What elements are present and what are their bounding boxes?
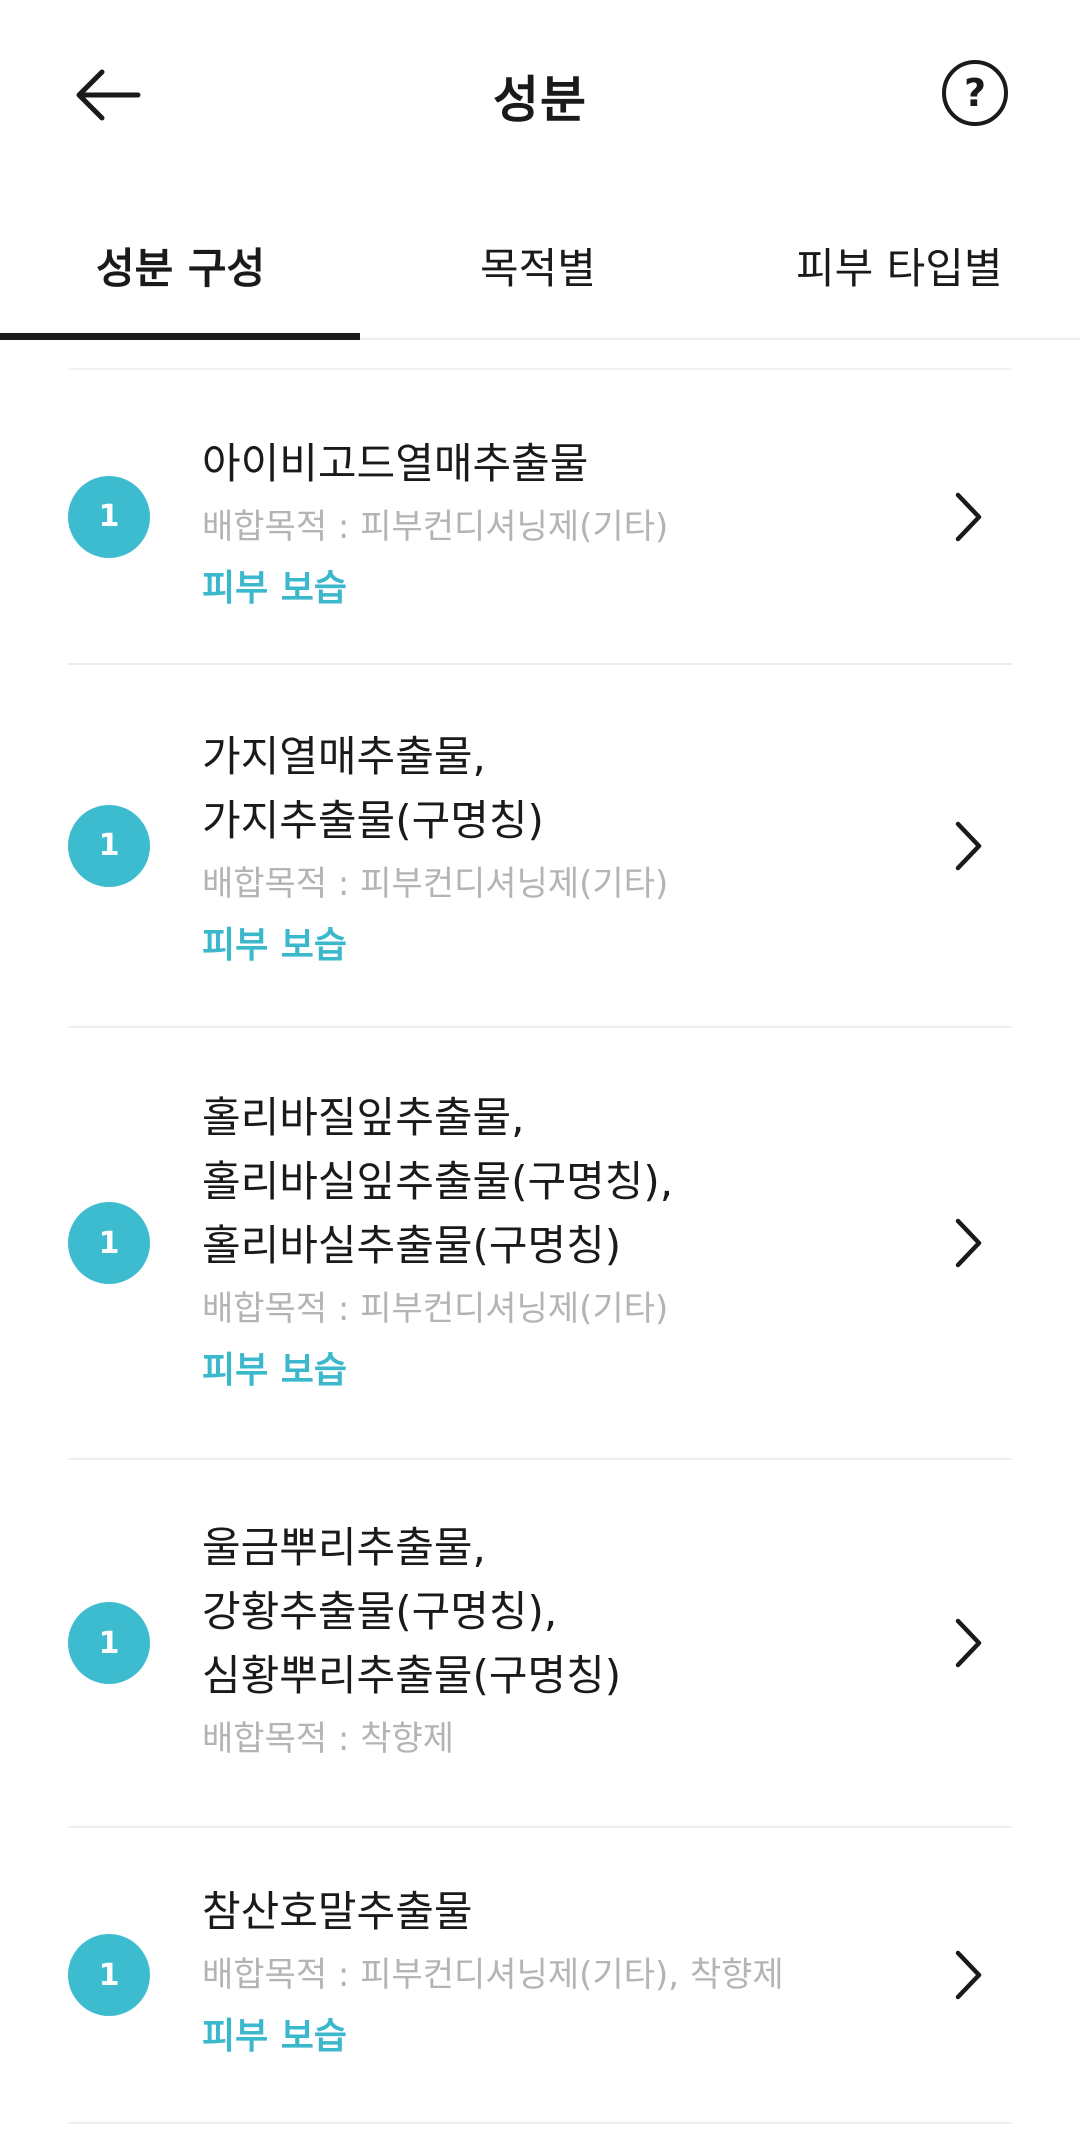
grade-badge: 1 xyxy=(68,1202,150,1284)
ingredient-purpose: 배합목적 : 피부컨디셔닝제(기타) xyxy=(202,507,669,547)
ingredient-name: 참산호말추출물 xyxy=(202,1887,473,1936)
tab-composition[interactable]: 성분 구성 xyxy=(96,235,265,296)
app-header: 성분 ? xyxy=(0,0,1080,190)
item-content: 아이비고드열매추출물 배합목적 : 피부컨디셔닝제(기타) 피부 보습 xyxy=(202,432,902,620)
list-item[interactable]: 1 홀리바질잎추출물, 홀리바실잎추출물(구명칭), 홀리바실추출물(구명칭) … xyxy=(68,1028,1012,1460)
question-mark-icon: ? xyxy=(963,71,987,115)
tab-bar: 성분 구성 목적별 피부 타입별 xyxy=(0,215,1080,340)
chevron-right-icon xyxy=(940,1615,996,1671)
list-item[interactable]: 1 가지열매추출물, 가지추출물(구명칭) 배합목적 : 피부컨디셔닝제(기타)… xyxy=(68,665,1012,1028)
ingredient-name: 아이비고드열매추출물 xyxy=(202,439,589,488)
chevron-right-icon xyxy=(940,1947,996,2003)
chevron-right-icon xyxy=(940,489,996,545)
ingredient-effect: 피부 보습 xyxy=(202,568,348,609)
ingredient-effect: 피부 보습 xyxy=(202,925,348,966)
ingredient-purpose: 배합목적 : 피부컨디셔닝제(기타) xyxy=(202,1289,669,1329)
list-item[interactable]: 1 아이비고드열매추출물 배합목적 : 피부컨디셔닝제(기타) 피부 보습 xyxy=(68,370,1012,665)
ingredient-name: 홀리바실추출물(구명칭) xyxy=(202,1221,622,1270)
grade-badge: 1 xyxy=(68,1934,150,2016)
active-tab-indicator xyxy=(0,333,360,340)
tab-by-skin-type[interactable]: 피부 타입별 xyxy=(796,235,1003,296)
list-item[interactable]: 1 울금뿌리추출물, 강황추출물(구명칭), 심황뿌리추출물(구명칭) 배합목적… xyxy=(68,1460,1012,1828)
ingredient-purpose: 배합목적 : 착향제 xyxy=(202,1719,455,1759)
help-button[interactable]: ? xyxy=(942,60,1008,126)
tab-by-purpose[interactable]: 목적별 xyxy=(480,235,596,296)
ingredient-list: 1 아이비고드열매추출물 배합목적 : 피부컨디셔닝제(기타) 피부 보습 1 … xyxy=(68,368,1012,2124)
ingredient-name: 홀리바실잎추출물(구명칭), xyxy=(202,1157,674,1206)
item-content: 울금뿌리추출물, 강황추출물(구명칭), 심황뿌리추출물(구명칭) 배합목적 :… xyxy=(202,1516,902,1770)
ingredient-effect: 피부 보습 xyxy=(202,2016,348,2057)
ingredient-effect: 피부 보습 xyxy=(202,1350,348,1391)
ingredient-name: 가지추출물(구명칭) xyxy=(202,796,544,845)
ingredient-name: 홀리바질잎추출물, xyxy=(202,1093,525,1142)
list-item[interactable]: 1 참산호말추출물 배합목적 : 피부컨디셔닝제(기타), 착향제 피부 보습 xyxy=(68,1828,1012,2124)
item-content: 참산호말추출물 배합목적 : 피부컨디셔닝제(기타), 착향제 피부 보습 xyxy=(202,1880,902,2068)
grade-badge: 1 xyxy=(68,475,150,558)
ingredient-name: 가지열매추출물, xyxy=(202,732,486,781)
grade-badge: 1 xyxy=(68,804,150,887)
item-content: 홀리바질잎추출물, 홀리바실잎추출물(구명칭), 홀리바실추출물(구명칭) 배합… xyxy=(202,1086,902,1402)
ingredient-purpose: 배합목적 : 피부컨디셔닝제(기타), 착향제 xyxy=(202,1955,784,1995)
chevron-right-icon xyxy=(940,818,996,874)
item-content: 가지열매추출물, 가지추출물(구명칭) 배합목적 : 피부컨디셔닝제(기타) 피… xyxy=(202,725,902,977)
ingredient-name: 강황추출물(구명칭), xyxy=(202,1587,558,1636)
ingredient-name: 울금뿌리추출물, xyxy=(202,1523,486,1572)
grade-badge: 1 xyxy=(68,1602,150,1684)
ingredient-name: 심황뿌리추출물(구명칭) xyxy=(202,1651,622,1700)
page-title: 성분 xyxy=(493,71,587,129)
ingredient-purpose: 배합목적 : 피부컨디셔닝제(기타) xyxy=(202,864,669,904)
chevron-right-icon xyxy=(940,1215,996,1271)
